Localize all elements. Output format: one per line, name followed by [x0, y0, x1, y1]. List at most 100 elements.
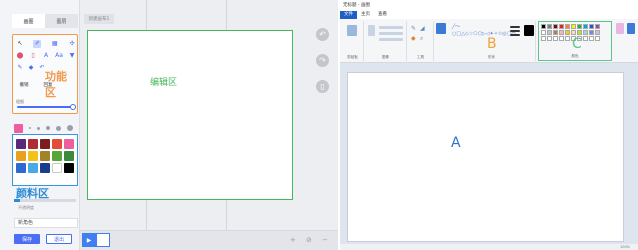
color-swatch[interactable] [16, 139, 26, 149]
color-swatch[interactable] [40, 139, 50, 149]
menu-bar: 文件 主页 查看 [340, 11, 638, 19]
page-thumbnail[interactable] [96, 233, 110, 247]
edit-canvas[interactable]: 编辑区 [87, 30, 293, 200]
zoom-controls[interactable]: + ⊘ − [290, 236, 332, 244]
color-swatch[interactable] [595, 30, 600, 35]
color-swatch[interactable] [553, 30, 558, 35]
redo-icon[interactable]: ↷ [316, 54, 329, 67]
canvas-tab[interactable]: 新建画布1 [84, 14, 114, 24]
resize-icon[interactable] [379, 32, 403, 35]
move-icon[interactable]: ✣ [68, 40, 76, 48]
current-color-swatch[interactable] [14, 123, 23, 133]
thickness-slider-knob[interactable] [70, 104, 76, 110]
paint3d-icon[interactable] [627, 23, 635, 34]
color-swatch[interactable] [571, 24, 576, 29]
color-swatch[interactable] [577, 24, 582, 29]
color-swatch[interactable] [595, 36, 600, 41]
color-swatch[interactable] [583, 36, 588, 41]
color-swatch[interactable] [52, 151, 62, 161]
exit-button[interactable]: 退出 [46, 234, 72, 244]
save-button[interactable]: 保存 [14, 234, 40, 244]
color-swatch[interactable] [553, 36, 558, 41]
eraser-icon[interactable]: ◆ [27, 64, 35, 72]
color-swatch[interactable] [583, 24, 588, 29]
shapes-gallery[interactable]: ╱〜○□△◇☆⬠⬡▷◁✦✧✩◎▢⬭ [452, 24, 516, 38]
grid-icon[interactable]: ▦ [51, 40, 59, 48]
color-swatch[interactable] [565, 24, 570, 29]
color-swatch[interactable] [28, 163, 38, 173]
edit-colors-icon[interactable] [616, 23, 624, 34]
paint-canvas[interactable]: A [347, 72, 624, 242]
color-swatch[interactable] [28, 139, 38, 149]
color-swatch[interactable] [16, 163, 26, 173]
crop-icon[interactable] [379, 26, 403, 29]
color-swatch[interactable] [64, 139, 74, 149]
color-swatch[interactable] [541, 24, 546, 29]
fill-icon[interactable]: ▼ [68, 52, 76, 60]
brush-tool-icon[interactable] [436, 23, 446, 34]
color-swatch[interactable] [589, 36, 594, 41]
rectangle-icon[interactable]: ▯ [29, 52, 37, 60]
color-swatch[interactable] [541, 30, 546, 35]
region-b-label: B [487, 36, 497, 52]
menu-file[interactable]: 文件 [340, 11, 357, 19]
fill-bucket-icon[interactable]: ◢ [420, 25, 425, 32]
color-swatch[interactable] [577, 30, 582, 35]
menu-view[interactable]: 查看 [374, 11, 391, 19]
color-swatch[interactable] [547, 24, 552, 29]
undo-icon[interactable]: ↶ [316, 28, 329, 41]
select-icon[interactable] [368, 25, 375, 36]
color-swatch[interactable] [547, 30, 552, 35]
text-icon[interactable]: A [42, 52, 50, 60]
size-dot-3[interactable] [46, 126, 50, 130]
color-swatch[interactable] [64, 151, 74, 161]
size-dot-4[interactable] [56, 125, 61, 131]
color-swatch[interactable] [571, 30, 576, 35]
color-swatch[interactable] [559, 30, 564, 35]
menu-home[interactable]: 主页 [357, 11, 374, 19]
play-icon[interactable]: ▶ [82, 233, 96, 247]
color-swatch[interactable] [589, 30, 594, 35]
font-icon[interactable]: Aa [55, 52, 63, 60]
color-swatch[interactable] [541, 36, 546, 41]
tab-layers[interactable]: 图层 [45, 14, 78, 28]
pencil-icon[interactable]: ✎ [411, 25, 416, 32]
color-swatch[interactable] [28, 151, 38, 161]
size-dot-5[interactable] [67, 125, 73, 131]
color-swatch[interactable] [553, 24, 558, 29]
pen-icon[interactable]: ✐ [33, 40, 42, 48]
color-swatch[interactable] [565, 30, 570, 35]
brush-icon[interactable]: ✎ [16, 64, 24, 72]
role-name-field[interactable]: 新角色 [14, 218, 78, 228]
color-swatch[interactable] [559, 24, 564, 29]
circle-icon[interactable]: ⬤ [16, 52, 24, 60]
paste-icon[interactable] [347, 25, 357, 36]
color-swatch[interactable] [547, 36, 552, 41]
color-swatch[interactable] [64, 163, 74, 173]
magnifier-icon[interactable]: ⌕ [420, 35, 423, 43]
color-swatch[interactable] [40, 151, 50, 161]
color-swatch[interactable] [40, 163, 50, 173]
pointer-icon[interactable]: ↖ [16, 40, 24, 48]
undo-button[interactable]: 撤销 [16, 82, 32, 90]
color-swatch[interactable] [52, 139, 62, 149]
outline-size-icon[interactable] [510, 34, 520, 36]
color-swatch[interactable] [52, 163, 62, 173]
color-swatch[interactable] [565, 36, 570, 41]
trash-icon[interactable]: ▯ [316, 80, 329, 93]
color-swatch[interactable] [583, 30, 588, 35]
tab-draw[interactable]: 画图 [12, 14, 45, 28]
outline-size-icon[interactable] [510, 30, 520, 32]
color-swatch[interactable] [595, 24, 600, 29]
eraser-tool-icon[interactable]: ◆ [411, 35, 416, 42]
color-swatch[interactable] [16, 151, 26, 161]
outline-size-icon[interactable] [510, 26, 520, 28]
color-swatch[interactable] [589, 24, 594, 29]
size-dot-1[interactable] [29, 127, 31, 129]
rotate-image-icon[interactable] [379, 38, 403, 41]
size-dot-2[interactable] [37, 126, 40, 130]
color-1-swatch[interactable] [524, 25, 534, 36]
thickness-slider[interactable] [17, 106, 73, 108]
color-swatch[interactable] [559, 36, 564, 41]
opacity-slider[interactable] [14, 199, 76, 202]
